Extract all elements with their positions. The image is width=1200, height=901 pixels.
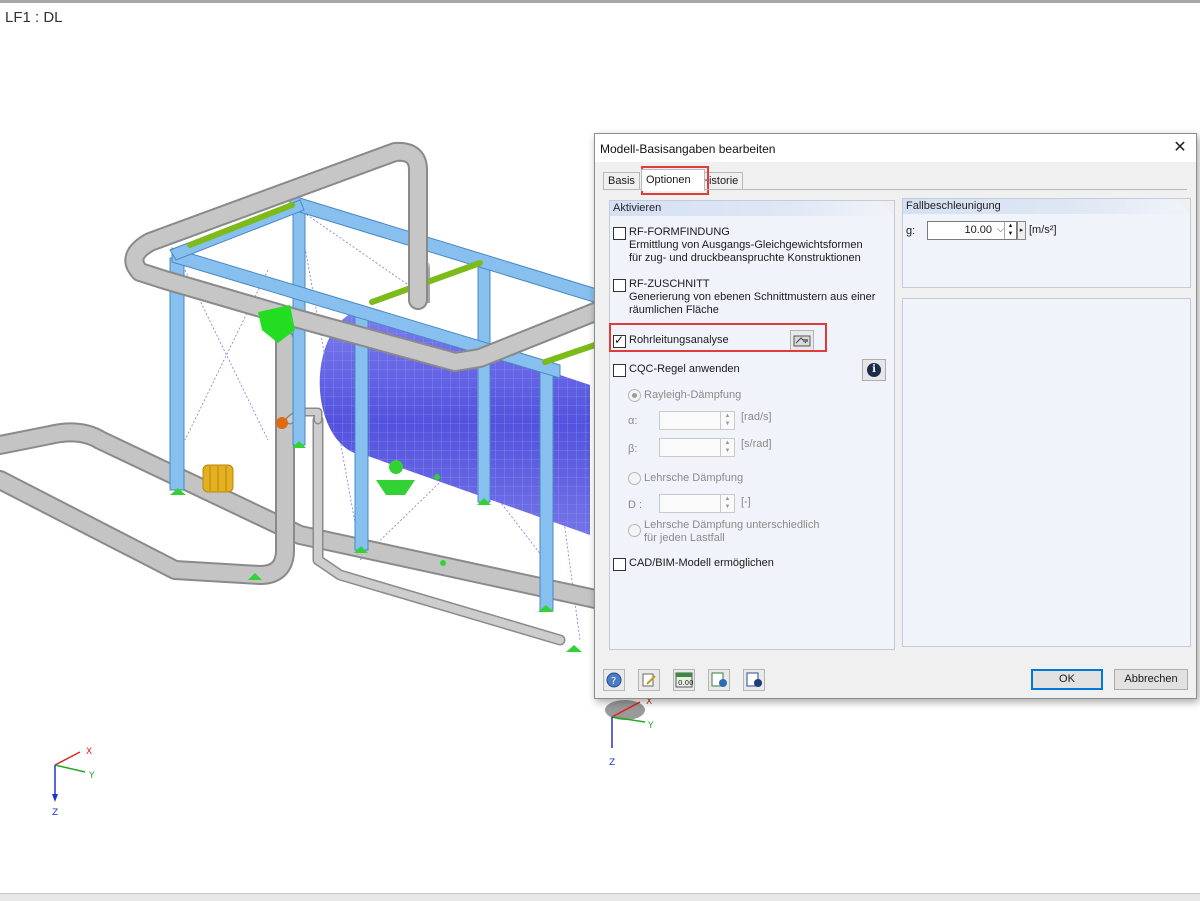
activate-panel: Aktivieren RF-FORMFINDUNG Ermittlung von… (609, 200, 895, 650)
lehr-diff-label-2: für jeden Lastfall (644, 532, 725, 544)
alpha-unit: [rad/s] (741, 411, 772, 423)
piping-label: Rohrleitungsanalyse (629, 334, 729, 346)
cutting-checkbox[interactable] (613, 279, 626, 292)
gravity-label: g: (906, 225, 916, 237)
d-label: D : (628, 499, 643, 511)
cqc-checkbox[interactable] (613, 364, 626, 377)
beta-unit: [s/rad] (741, 438, 772, 450)
gravity-panel-header: Fallbeschleunigung (903, 199, 1190, 214)
d-unit: [-] (741, 496, 751, 508)
axis-y-label: Y (88, 771, 95, 781)
gravity-panel: Fallbeschleunigung g: 10.00 ⌵ ▲ ▼ ▸ [m/s… (902, 198, 1191, 288)
info-icon: i (867, 363, 881, 377)
model-settings-dialog: Modell-Basisangaben bearbeiten ✕ Basis O… (594, 133, 1197, 699)
cad-bim-label: CAD/BIM-Modell ermöglichen (629, 557, 774, 569)
local-axis-y-label: Y (647, 721, 654, 731)
svg-text:0.00: 0.00 (678, 679, 693, 687)
chevron-down-icon[interactable]: ⌵ (997, 224, 1004, 235)
lehr-diff-radio[interactable] (628, 524, 641, 537)
import-icon (711, 672, 727, 687)
cad-bim-checkbox[interactable] (613, 558, 626, 571)
svg-text:?: ? (611, 676, 616, 687)
dialog-title: Modell-Basisangaben bearbeiten (600, 142, 776, 156)
local-axis-z-label: Z (609, 758, 615, 768)
cqc-info-button[interactable]: i (862, 359, 886, 381)
formfinding-checkbox[interactable] (613, 227, 626, 240)
gravity-value: 10.00 (964, 224, 992, 236)
cutting-desc-1: Generierung von ebenen Schnittmustern au… (629, 291, 876, 303)
close-icon[interactable]: ✕ (1170, 138, 1190, 158)
dialog-titlebar[interactable]: Modell-Basisangaben bearbeiten ✕ (595, 134, 1196, 162)
formfinding-label: RF-FORMFINDUNG (629, 226, 730, 238)
alpha-label: α: (628, 415, 638, 427)
tab-optionen[interactable]: Optionen (641, 169, 705, 191)
help-icon: ? (606, 672, 622, 688)
export-button[interactable] (743, 669, 765, 691)
axis-x-label: X (86, 747, 92, 757)
beta-input[interactable]: ▲ ▼ (659, 438, 735, 457)
cqc-label: CQC-Regel anwenden (629, 363, 740, 375)
cutting-label: RF-ZUSCHNITT (629, 278, 710, 290)
rayleigh-radio[interactable] (628, 389, 641, 402)
import-button[interactable] (708, 669, 730, 691)
lehr-radio[interactable] (628, 472, 641, 485)
piping-settings-icon (793, 335, 811, 347)
gravity-next-arrow[interactable]: ▸ (1017, 221, 1026, 240)
lehr-diff-label-1: Lehrsche Dämpfung unterschiedlich (644, 519, 820, 531)
alpha-input[interactable]: ▲ ▼ (659, 411, 735, 430)
cutting-desc-2: räumlichen Fläche (629, 304, 719, 316)
edit-icon (642, 673, 656, 687)
expansion-joint (202, 464, 234, 493)
edit-button[interactable] (638, 669, 660, 691)
piping-checkbox[interactable] (613, 333, 626, 348)
lehr-label: Lehrsche Dämpfung (644, 472, 744, 484)
axis-z-label: Z (52, 808, 58, 818)
valve-node (276, 417, 288, 429)
ok-button[interactable]: OK (1031, 669, 1103, 690)
units-button[interactable]: 0.00 (673, 669, 695, 691)
formfinding-desc-2: für zug- und druckbeanspruchte Konstrukt… (629, 252, 861, 264)
d-input[interactable]: ▲ ▼ (659, 494, 735, 513)
tab-basis[interactable]: Basis (603, 172, 640, 190)
gravity-stepper[interactable]: ▲ ▼ (1004, 222, 1016, 239)
cancel-button[interactable]: Abbrechen (1114, 669, 1188, 690)
local-axis-triad: X Y Z (605, 697, 654, 768)
export-icon (746, 672, 762, 687)
formfinding-desc-1: Ermittlung von Ausgangs-Gleichgewichtsfo… (629, 239, 863, 251)
rayleigh-label: Rayleigh-Dämpfung (644, 389, 742, 401)
beta-label: β: (628, 443, 638, 455)
empty-panel (902, 298, 1191, 647)
help-button[interactable]: ? (603, 669, 625, 691)
gravity-input[interactable]: 10.00 ⌵ ▲ ▼ (927, 221, 1017, 240)
piping-settings-button[interactable] (790, 330, 814, 352)
gravity-unit: [m/s²] (1029, 224, 1057, 236)
axis-triad: X Y Z (52, 747, 95, 818)
decimal-icon: 0.00 (675, 672, 694, 688)
activate-panel-header: Aktivieren (610, 201, 894, 216)
